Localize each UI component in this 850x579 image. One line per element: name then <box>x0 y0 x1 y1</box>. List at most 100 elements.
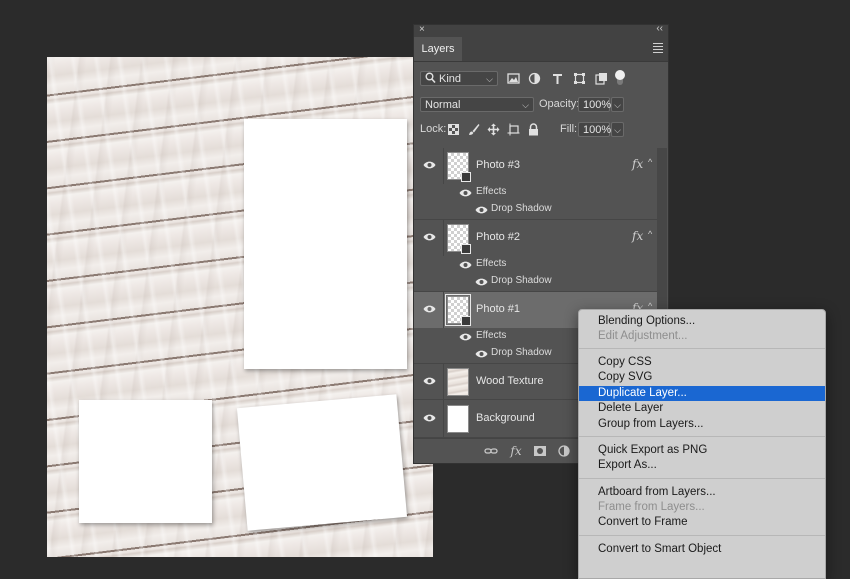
fill-input[interactable]: 100% <box>578 122 611 137</box>
fx-icon[interactable]: fx <box>632 157 643 171</box>
link-layers-icon[interactable] <box>484 444 498 458</box>
fill-label: Fill: <box>560 123 578 135</box>
chevron-up-icon[interactable]: ^ <box>648 229 652 239</box>
layer-name[interactable]: Background <box>476 412 535 424</box>
smart-object-badge-icon <box>461 316 471 326</box>
layer-name[interactable]: Photo #1 <box>476 303 520 315</box>
layer-thumbnail <box>447 224 471 254</box>
layer-thumbnail <box>447 405 469 433</box>
shape-filter-icon[interactable] <box>573 72 586 85</box>
fx-icon[interactable]: fx <box>632 229 643 243</box>
menu-separator <box>579 535 825 536</box>
panel-titlebar: × ‹‹ <box>414 23 668 37</box>
panel-menu-icon[interactable] <box>653 43 663 55</box>
menu-item-blending-options[interactable]: Blending Options... <box>579 314 825 329</box>
smart-object-filter-icon[interactable] <box>595 72 608 85</box>
effects-row[interactable]: Effects <box>414 256 658 273</box>
collapse-icon[interactable]: ‹‹ <box>656 23 663 34</box>
lock-icon[interactable] <box>527 123 540 136</box>
column-divider <box>443 292 444 328</box>
brush-lock-icon[interactable] <box>467 123 480 136</box>
menu-separator <box>579 348 825 349</box>
panel-tabbar: Layers <box>414 37 668 62</box>
layer-row-photo-3[interactable]: Photo #3 fx ^ Effects Drop Shadow <box>414 148 658 220</box>
visibility-eye-icon[interactable] <box>475 277 488 287</box>
visibility-eye-icon[interactable] <box>475 349 488 359</box>
layer-thumbnail <box>447 368 469 396</box>
chevron-up-icon[interactable]: ^ <box>648 157 652 167</box>
photo-frame-3[interactable] <box>244 119 407 369</box>
menu-item-export-as[interactable]: Export As... <box>579 458 825 473</box>
drop-shadow-label: Drop Shadow <box>491 275 552 286</box>
tab-layers[interactable]: Layers <box>414 37 462 61</box>
effects-label: Effects <box>476 186 507 197</box>
layer-thumbnail <box>445 294 471 326</box>
menu-item-copy-css[interactable]: Copy CSS <box>579 355 825 370</box>
smart-object-badge-icon <box>461 244 471 254</box>
filter-kind-value: Kind <box>439 73 462 85</box>
menu-item-convert-to-frame[interactable]: Convert to Frame <box>579 515 825 530</box>
layer-name[interactable]: Wood Texture <box>476 375 543 387</box>
smart-object-badge-icon <box>461 172 471 182</box>
menu-item-frame-from-layers: Frame from Layers... <box>598 501 705 513</box>
visibility-eye-icon[interactable] <box>423 304 436 314</box>
effects-row[interactable]: Effects <box>414 184 658 201</box>
column-divider <box>443 220 444 256</box>
menu-item-delete-layer[interactable]: Delete Layer <box>579 401 825 416</box>
search-icon <box>425 72 436 89</box>
menu-item-duplicate-layer[interactable]: Duplicate Layer... <box>579 386 825 401</box>
chevron-down-icon: ⌵ <box>522 100 529 110</box>
visibility-eye-icon[interactable] <box>423 232 436 242</box>
layer-thumbnail <box>447 152 471 182</box>
type-filter-icon[interactable] <box>551 72 564 85</box>
drop-shadow-label: Drop Shadow <box>491 203 552 214</box>
close-icon[interactable]: × <box>419 24 425 35</box>
visibility-eye-icon[interactable] <box>459 332 472 342</box>
menu-separator <box>579 436 825 437</box>
visibility-eye-icon[interactable] <box>423 376 436 386</box>
menu-item-edit-adjustment: Edit Adjustment... <box>598 330 688 342</box>
visibility-eye-icon[interactable] <box>423 160 436 170</box>
adjustment-layer-icon[interactable] <box>557 444 571 458</box>
fill-dropdown[interactable]: ⌵ <box>611 122 624 137</box>
lock-transparent-icon[interactable] <box>447 123 460 136</box>
layer-context-menu: Blending Options... Edit Adjustment... C… <box>578 309 826 579</box>
fx-icon[interactable]: fx <box>509 444 523 458</box>
image-filter-icon[interactable] <box>507 72 520 85</box>
effects-label: Effects <box>476 258 507 269</box>
drop-shadow-row[interactable]: Drop Shadow <box>414 273 658 290</box>
column-divider <box>443 364 444 399</box>
adjustment-filter-icon[interactable] <box>528 72 541 85</box>
move-lock-icon[interactable] <box>487 123 500 136</box>
visibility-eye-icon[interactable] <box>423 413 436 423</box>
photo-frame-1[interactable] <box>236 394 408 531</box>
visibility-eye-icon[interactable] <box>459 260 472 270</box>
chevron-down-icon: ⌵ <box>614 100 621 110</box>
layer-name[interactable]: Photo #2 <box>476 231 520 243</box>
filter-kind-select[interactable]: Kind ⌵ <box>420 71 498 86</box>
layer-name[interactable]: Photo #3 <box>476 159 520 171</box>
artboard-lock-icon[interactable] <box>507 123 520 136</box>
menu-item-artboard-from-layers[interactable]: Artboard from Layers... <box>579 485 825 500</box>
menu-item-copy-svg[interactable]: Copy SVG <box>579 370 825 385</box>
effects-label: Effects <box>476 330 507 341</box>
layer-row-photo-2[interactable]: Photo #2 fx ^ Effects Drop Shadow <box>414 220 658 292</box>
filter-toggle-switch[interactable] <box>615 70 625 86</box>
layer-mask-icon[interactable] <box>533 444 547 458</box>
drop-shadow-row[interactable]: Drop Shadow <box>414 201 658 218</box>
photo-frame-2[interactable] <box>79 400 212 523</box>
lock-label: Lock: <box>420 123 447 135</box>
column-divider <box>443 148 444 184</box>
menu-item-quick-export-png[interactable]: Quick Export as PNG <box>579 443 825 458</box>
opacity-dropdown[interactable]: ⌵ <box>611 97 624 112</box>
chevron-down-icon: ⌵ <box>614 125 621 135</box>
blend-mode-select[interactable]: Normal ⌵ <box>420 97 534 112</box>
visibility-eye-icon[interactable] <box>475 205 488 215</box>
menu-item-convert-to-smart-object[interactable]: Convert to Smart Object <box>579 542 825 557</box>
menu-item-group-from-layers[interactable]: Group from Layers... <box>579 417 825 432</box>
visibility-eye-icon[interactable] <box>459 188 472 198</box>
opacity-label: Opacity: <box>539 98 580 110</box>
opacity-input[interactable]: 100% <box>578 97 611 112</box>
chevron-down-icon: ⌵ <box>486 74 493 84</box>
canvas-document[interactable] <box>47 57 433 557</box>
